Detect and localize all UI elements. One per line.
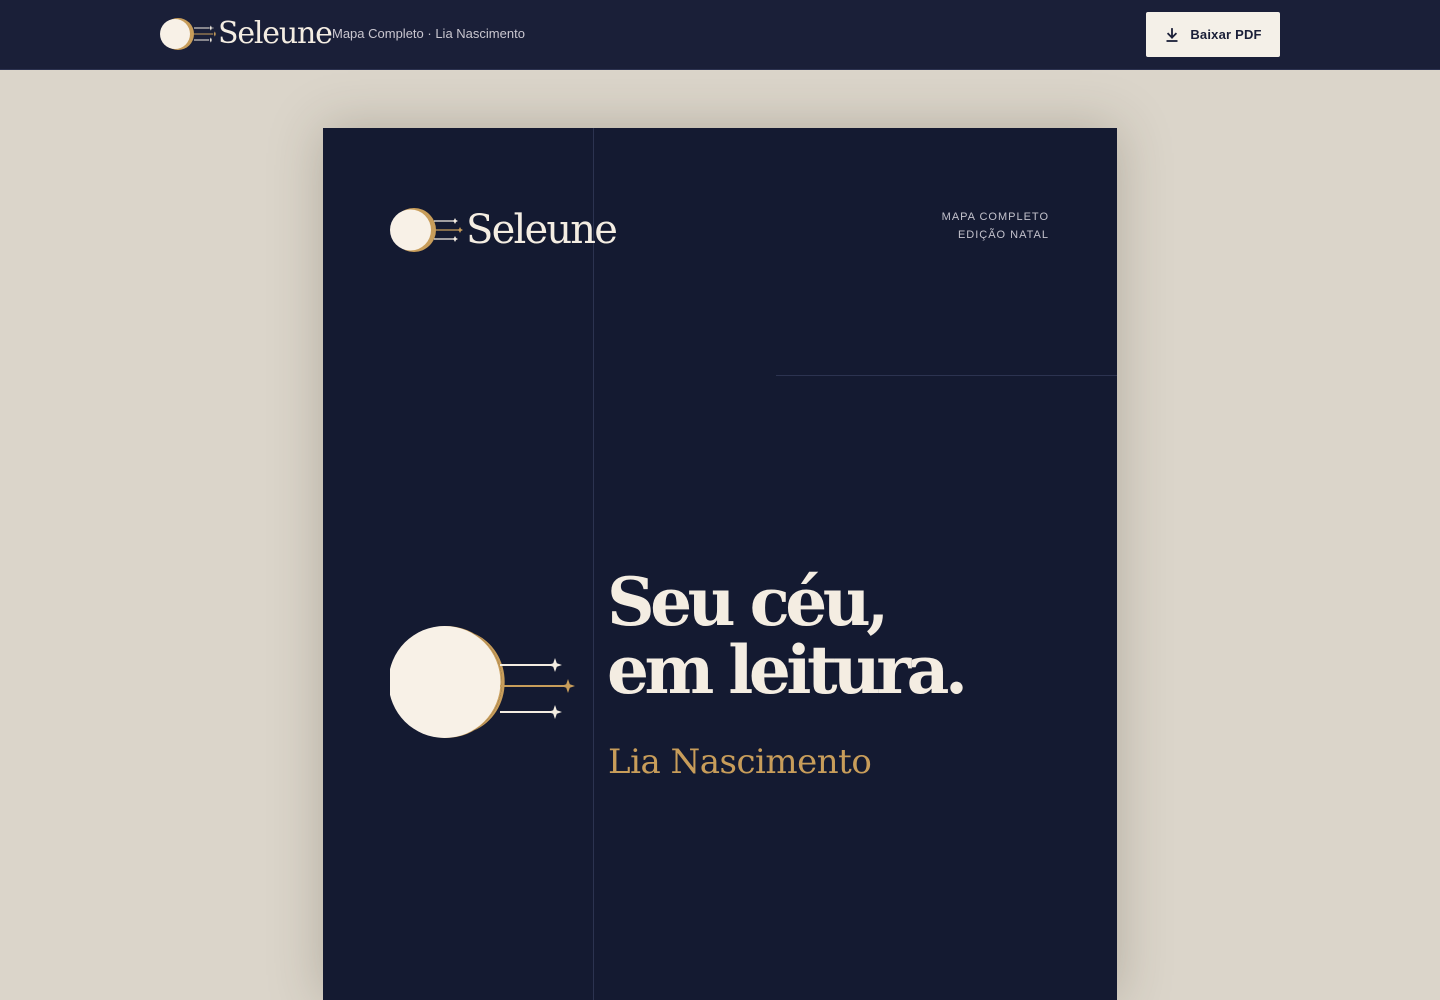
moon-logo-icon: [390, 208, 463, 252]
horizontal-divider: [776, 375, 1117, 376]
cover-headline: Seu céu, em leitura.: [607, 563, 968, 709]
moon-shooting-stars-icon: [390, 626, 575, 738]
download-icon: [1166, 27, 1178, 42]
document-cover-page[interactable]: Seleune MAPA COMPLETO EDIÇÃO NATAL Seu c…: [323, 128, 1117, 1000]
headline-line-2: em leitura.: [607, 631, 968, 709]
person-name: Lia Nascimento: [608, 742, 872, 782]
vertical-divider: [593, 128, 594, 1000]
moon-logo-icon: [160, 18, 216, 50]
headline-line-1: Seu céu,: [607, 563, 889, 641]
edition-label: MAPA COMPLETO EDIÇÃO NATAL: [942, 208, 1049, 244]
edition-line-2: EDIÇÃO NATAL: [957, 229, 1049, 241]
edition-line-1: MAPA COMPLETO: [941, 211, 1049, 223]
brand-name: Seleune: [218, 16, 333, 51]
top-bar: Seleune Mapa Completo · Lia Nascimento B…: [0, 0, 1440, 70]
document-subtitle: Mapa Completo · Lia Nascimento: [332, 26, 525, 41]
document-brand-name: Seleune: [466, 207, 618, 253]
download-pdf-button[interactable]: Baixar PDF: [1146, 12, 1280, 57]
download-pdf-label: Baixar PDF: [1190, 27, 1262, 42]
